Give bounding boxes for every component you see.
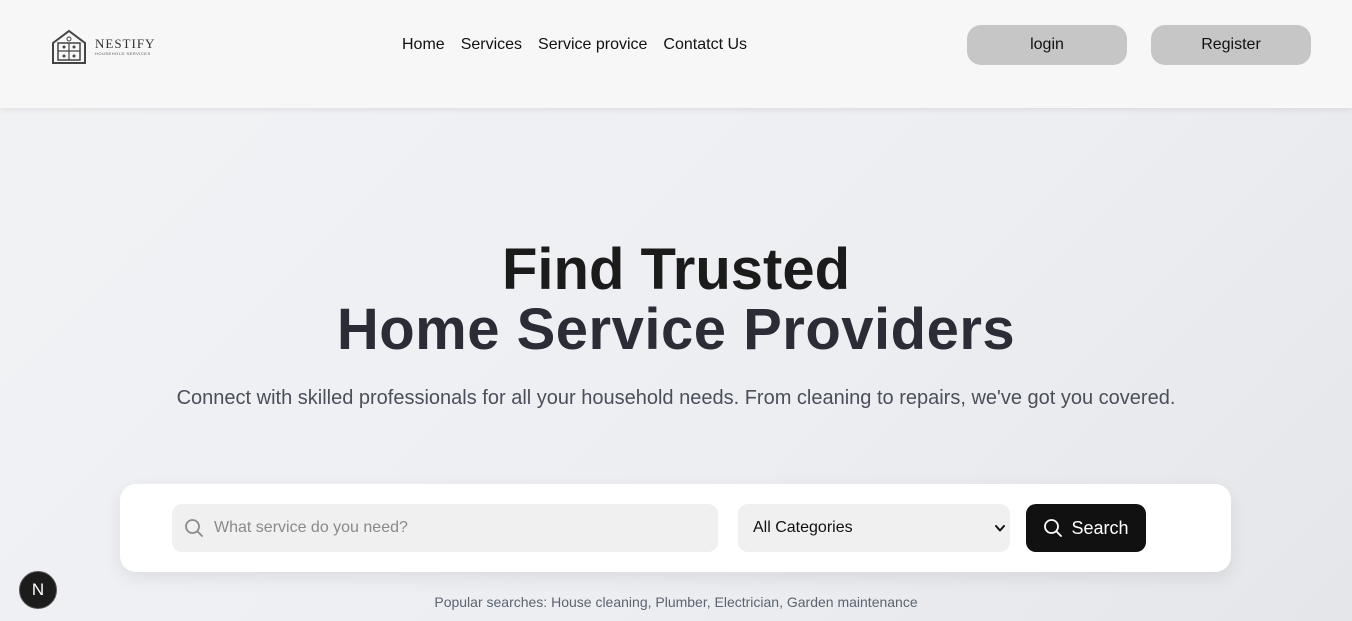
search-icon bbox=[185, 519, 203, 537]
nav-service-provider[interactable]: Service provice bbox=[538, 35, 647, 55]
dev-indicator-badge[interactable]: N bbox=[19, 571, 57, 609]
search-input[interactable] bbox=[212, 518, 696, 538]
nav-home[interactable]: Home bbox=[402, 35, 445, 55]
register-button[interactable]: Register bbox=[1151, 25, 1311, 65]
logo-name: NESTIFY bbox=[95, 36, 156, 51]
nav-contact-us[interactable]: Contatct Us bbox=[663, 35, 747, 55]
category-select[interactable]: All Categories bbox=[738, 504, 1010, 552]
search-card: All Categories Search bbox=[120, 484, 1231, 572]
search-button[interactable]: Search bbox=[1026, 504, 1146, 552]
popular-searches: Popular searches: House cleaning, Plumbe… bbox=[434, 594, 918, 610]
hero-title-line1: Find Trusted bbox=[502, 237, 850, 302]
search-button-label: Search bbox=[1071, 517, 1129, 538]
search-field[interactable] bbox=[172, 504, 718, 552]
main-nav: Home Services Service provice Contatct U… bbox=[402, 35, 747, 55]
chevron-down-icon bbox=[995, 525, 1005, 532]
login-button[interactable]: login bbox=[967, 25, 1127, 65]
nav-services[interactable]: Services bbox=[461, 35, 522, 55]
site-header: NESTIFY HOUSEHOLD SERVICES Home Services… bbox=[0, 0, 1352, 108]
logo-tagline: HOUSEHOLD SERVICES bbox=[95, 51, 151, 56]
house-logo-icon bbox=[52, 29, 86, 64]
logo[interactable]: NESTIFY HOUSEHOLD SERVICES bbox=[50, 27, 166, 67]
hero-title-line2: Home Service Providers bbox=[336, 297, 1016, 362]
category-selected-value: All Categories bbox=[753, 519, 853, 536]
search-icon bbox=[1044, 519, 1063, 537]
hero-subtitle: Connect with skilled professionals for a… bbox=[176, 387, 1176, 409]
